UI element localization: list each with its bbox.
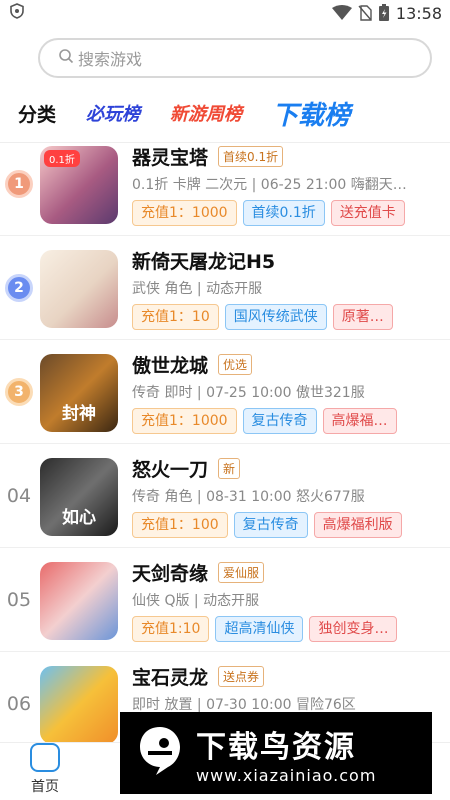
tag-chip: 高爆福利版 (313, 512, 402, 538)
status-icons: 13:58 (331, 3, 442, 23)
cover-text: 封神 (62, 404, 96, 424)
tag-chip: 充值1：100 (132, 512, 228, 538)
game-title: 新倚天屠龙记H5 (132, 250, 276, 273)
game-badge: 爱仙服 (218, 561, 265, 583)
game-meta: 即时 放置 | 07-30 10:00 冒险76区 (132, 697, 356, 713)
rank-number: 05 (6, 589, 32, 611)
tag-chip: 送充值卡 (330, 200, 405, 226)
game-badge: 优选 (218, 353, 253, 375)
game-meta: 武侠 角色 | 动态开服 (132, 281, 263, 297)
search-placeholder: 搜索游戏 (78, 50, 143, 69)
clock-time: 13:58 (395, 3, 442, 23)
search-input[interactable]: 搜索游戏 (38, 38, 432, 78)
tag-chip: 复古传奇 (233, 512, 308, 538)
game-cover[interactable]: 封神 (40, 354, 118, 432)
game-title: 怒火一刀 (132, 458, 209, 481)
tab-category[interactable]: 分类 (18, 100, 56, 127)
game-row[interactable]: 1 0.1折 器灵宝塔 首续0.1折 0.1折 卡牌 二次元 | 06-25 2… (0, 132, 450, 236)
game-meta: 传奇 即时 | 07-25 10:00 傲世321服 (132, 385, 365, 401)
tag-chip: 复古传奇 (242, 408, 317, 434)
watermark: 下载鸟资源 www.xiazainiao.com (120, 712, 432, 794)
tag-chip: 充值1：10 (132, 304, 219, 330)
rank-medal: 2 (4, 236, 34, 340)
home-icon (30, 743, 60, 772)
rank-number: 06 (6, 693, 32, 715)
game-badge: 送点券 (218, 665, 265, 687)
game-row[interactable]: 05 天剑奇缘 爱仙服 仙侠 Q版 | 动态开服 充值1:10 超高清仙侠 独创… (0, 548, 450, 652)
game-title: 器灵宝塔 (132, 146, 209, 169)
game-list: 1 0.1折 器灵宝塔 首续0.1折 0.1折 卡牌 二次元 | 06-25 2… (0, 132, 450, 742)
rank-medal: 3 (4, 340, 34, 444)
tag-chip: 充值1：1000 (132, 200, 237, 226)
discount-badge: 0.1折 (44, 150, 80, 167)
watermark-title: 下载鸟资源 (196, 729, 356, 765)
tag-chip: 超高清仙侠 (215, 616, 304, 642)
game-cover[interactable] (40, 562, 118, 640)
game-cover[interactable]: 如心 (40, 458, 118, 536)
game-meta: 传奇 角色 | 08-31 10:00 怒火677服 (132, 489, 365, 505)
game-row[interactable]: 04 如心 怒火一刀 新 传奇 角色 | 08-31 10:00 怒火677服 … (0, 444, 450, 548)
game-badge: 新 (218, 457, 241, 479)
game-meta: 仙侠 Q版 | 动态开服 (132, 593, 260, 609)
tab-new-weekly[interactable]: 新游周榜 (170, 100, 242, 126)
tag-chip: 充值1:10 (132, 616, 210, 642)
tab-must-play[interactable]: 必玩榜 (86, 100, 140, 126)
game-cover[interactable] (40, 250, 118, 328)
shield-icon (10, 3, 24, 23)
tag-chip: 独创变身… (309, 616, 398, 642)
game-title: 宝石灵龙 (132, 666, 209, 689)
game-row[interactable]: 2 新倚天屠龙记H5 武侠 角色 | 动态开服 充值1：10 国风传统武侠 原著… (0, 236, 450, 340)
game-title: 天剑奇缘 (132, 562, 209, 585)
tab-download[interactable]: 下载榜 (272, 95, 350, 132)
game-meta: 0.1折 卡牌 二次元 | 06-25 21:00 嗨翻天… (132, 177, 407, 193)
tag-chip: 高爆福… (322, 408, 397, 434)
game-badge: 首续0.1折 (218, 145, 284, 167)
rank-number: 04 (6, 485, 32, 507)
game-title: 傲世龙城 (132, 354, 209, 377)
battery-icon (378, 4, 390, 22)
tag-chip: 充值1：1000 (132, 408, 237, 434)
tag-chip: 国风传统武侠 (224, 304, 327, 330)
bird-logo-icon (134, 723, 186, 783)
game-row[interactable]: 3 封神 傲世龙城 优选 传奇 即时 | 07-25 10:00 傲世321服 … (0, 340, 450, 444)
watermark-url: www.xiazainiao.com (196, 765, 377, 785)
game-cover[interactable]: 0.1折 (40, 146, 118, 224)
tag-chip: 原著… (332, 304, 393, 330)
search-icon (58, 48, 74, 68)
wifi-icon (331, 5, 352, 21)
nav-home[interactable]: 首页 (0, 743, 90, 800)
no-sim-icon (358, 5, 372, 21)
status-bar: 13:58 (0, 0, 450, 26)
tag-chip: 首续0.1折 (242, 200, 325, 226)
cover-text: 如心 (62, 508, 96, 528)
nav-label: 首页 (31, 779, 59, 795)
game-cover[interactable] (40, 666, 118, 742)
rank-medal: 1 (4, 132, 34, 236)
